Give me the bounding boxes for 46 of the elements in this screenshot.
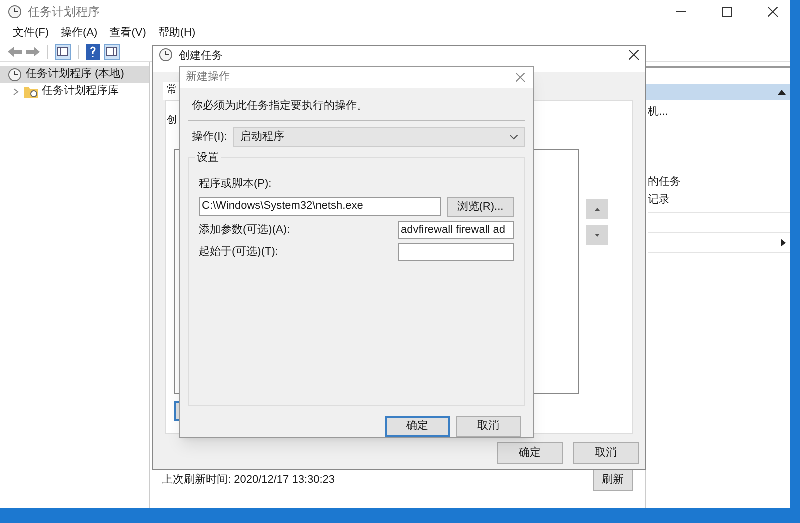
input-field[interactable]: C:\Windows\System32\netsh.exe <box>199 196 441 216</box>
menu-item[interactable]: 操作(A) <box>61 24 98 42</box>
action-dropdown[interactable]: 启动程序 <box>233 127 525 148</box>
menu-item[interactable]: 文件(F) <box>13 24 50 42</box>
dialog-title: 创建任务 <box>179 49 223 64</box>
up-arrow-icon[interactable] <box>594 208 600 210</box>
tree-item[interactable]: 任务计划程序库 <box>0 83 149 100</box>
status-text: 上次刷新时间: 2020/12/17 13:30:23 <box>162 472 336 488</box>
body-text: 创 <box>167 114 177 128</box>
input-field[interactable]: advfirewall firewall ad <box>398 220 514 239</box>
dialog-button[interactable]: 取消 <box>456 416 521 437</box>
dialog-button[interactable]: 确定 <box>385 416 450 437</box>
field-label: 起始于(可选)(T): <box>199 244 280 260</box>
refresh-button[interactable]: 刷新 <box>593 469 633 491</box>
collapse-arrow-icon[interactable] <box>778 90 786 94</box>
action-item[interactable]: 记录 <box>648 192 790 210</box>
dialog-button[interactable]: 确定 <box>497 442 563 464</box>
submenu-arrow-icon[interactable] <box>781 238 786 246</box>
action-item[interactable]: 机... <box>648 104 790 120</box>
menu-item[interactable]: 帮助(H) <box>158 24 196 42</box>
panel-icon[interactable] <box>104 44 120 60</box>
field-label: 程序或脚本(P): <box>199 176 273 192</box>
clock-icon <box>8 5 22 19</box>
instruction-text: 你必须为此任务指定要执行的操作。 <box>192 98 369 114</box>
close-icon[interactable] <box>629 50 639 60</box>
menu-item[interactable]: 查看(V) <box>110 24 146 42</box>
dialog-title: 新建操作 <box>186 70 230 86</box>
help-icon[interactable] <box>86 44 100 60</box>
field-label: 添加参数(可选)(A): <box>199 222 292 238</box>
panel-icon[interactable] <box>55 44 71 60</box>
forward-arrow-icon[interactable] <box>26 46 40 58</box>
window-title: 任务计划程序 <box>28 4 100 21</box>
down-arrow-icon[interactable] <box>594 234 600 236</box>
tree-item[interactable]: 任务计划程序 (本地) <box>0 66 149 83</box>
back-arrow-icon[interactable] <box>8 46 22 58</box>
dropdown-caret-icon[interactable] <box>510 134 518 140</box>
folder-icon <box>24 85 38 98</box>
maximize-icon[interactable] <box>722 7 732 17</box>
field-label: 操作(I): <box>192 130 228 146</box>
chevron-right-icon[interactable] <box>12 88 20 96</box>
dialog-button[interactable]: 取消 <box>573 442 639 464</box>
action-item[interactable]: 的任务 <box>648 174 790 192</box>
clock-icon <box>8 68 22 82</box>
close-icon[interactable] <box>768 7 778 17</box>
browse-button[interactable]: 浏览(R)... <box>447 196 514 217</box>
input-field[interactable] <box>398 242 514 261</box>
